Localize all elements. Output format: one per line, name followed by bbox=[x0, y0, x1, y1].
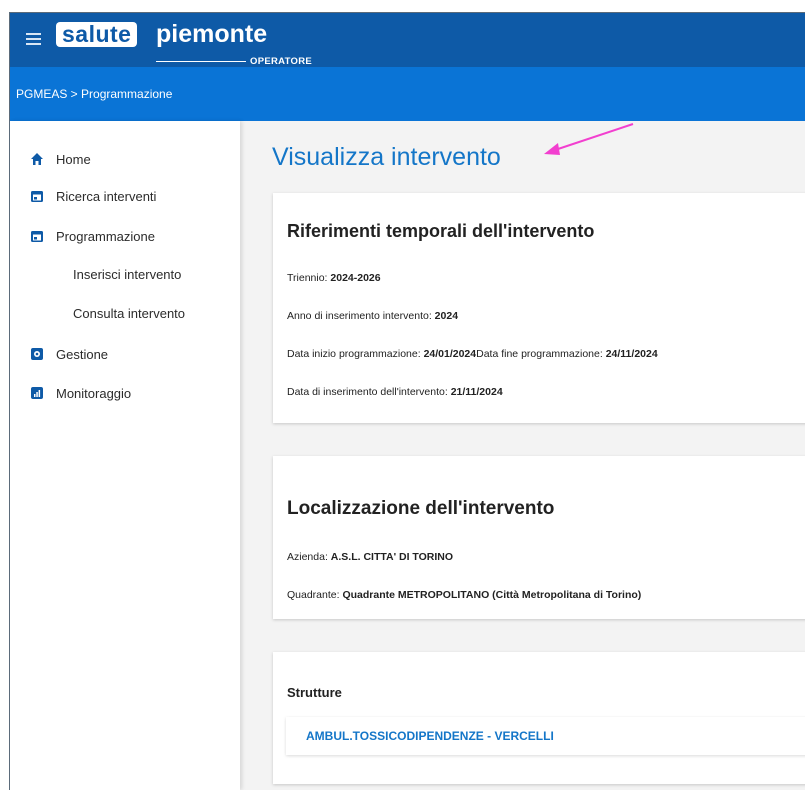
logo-box-text: salute bbox=[56, 22, 138, 47]
field-value: 2024-2026 bbox=[330, 272, 381, 284]
gear-icon bbox=[31, 348, 43, 360]
card-title: Localizzazione dell'intervento bbox=[287, 498, 555, 519]
sidebar: Home Ricerca interventi Programmazione I… bbox=[10, 121, 240, 790]
field-value: Quadrante METROPOLITANO (Città Metropoli… bbox=[342, 589, 642, 601]
annotation-arrow-icon bbox=[544, 123, 634, 155]
calendar-icon bbox=[31, 191, 43, 202]
sidebar-item-label: Home bbox=[56, 151, 91, 167]
field-label: Data di inserimento dell'intervento: bbox=[287, 386, 451, 398]
card-title: Riferimenti temporali dell'intervento bbox=[287, 221, 595, 241]
field-label: Anno di inserimento intervento: bbox=[287, 310, 435, 322]
menu-icon[interactable] bbox=[26, 33, 41, 45]
main-content: Visualizza intervento Riferimenti tempor… bbox=[240, 121, 805, 790]
sidebar-item-label: Ricerca interventi bbox=[56, 188, 157, 204]
field-value: 21/11/2024 bbox=[450, 386, 503, 398]
struttura-link[interactable]: AMBUL.TOSSICODIPENDENZE - VERCELLI bbox=[306, 729, 554, 743]
sidebar-item-gestione[interactable]: Gestione bbox=[30, 344, 108, 364]
sidebar-item-home[interactable]: Home bbox=[30, 149, 91, 169]
sidebar-subitem-consulta[interactable]: Consulta intervento bbox=[73, 306, 185, 321]
card-title: Strutture bbox=[287, 685, 342, 700]
sidebar-item-label: Gestione bbox=[56, 346, 109, 362]
field-label: Quadrante: bbox=[287, 589, 343, 601]
field-value: 2024 bbox=[434, 310, 459, 322]
field-label: Triennio: bbox=[287, 272, 331, 284]
card-strutture: Strutture AMBUL.TOSSICODIPENDENZE - VERC… bbox=[273, 652, 805, 784]
page-title: Visualizza intervento bbox=[272, 143, 501, 171]
app-window: salute piemonte OPERATORE PGMEAS > Progr… bbox=[9, 12, 805, 790]
logo-subtitle: OPERATORE bbox=[250, 56, 312, 67]
bar-chart-icon bbox=[31, 387, 43, 399]
field-value: A.S.L. CITTA' DI TORINO bbox=[330, 551, 454, 563]
sidebar-item-ricerca[interactable]: Ricerca interventi bbox=[30, 186, 156, 206]
logo-divider bbox=[156, 61, 246, 62]
struttura-row[interactable]: AMBUL.TOSSICODIPENDENZE - VERCELLI bbox=[286, 717, 805, 755]
sidebar-item-label: Programmazione bbox=[56, 228, 155, 244]
field-label: Data inizio programmazione: bbox=[287, 348, 424, 360]
date-programmazione-field: Data inizio programmazione: 24/01/2024Da… bbox=[287, 348, 658, 360]
field-label: Data fine programmazione: bbox=[476, 348, 606, 360]
field-label: Azienda: bbox=[287, 551, 331, 563]
sidebar-item-programmazione[interactable]: Programmazione bbox=[30, 226, 155, 246]
triennio-field: Triennio: 2024-2026 bbox=[287, 272, 381, 284]
azienda-field: Azienda: A.S.L. CITTA' DI TORINO bbox=[287, 551, 453, 563]
field-value: 24/11/2024 bbox=[605, 348, 658, 360]
card-localizzazione: Localizzazione dell'intervento Azienda: … bbox=[273, 456, 805, 619]
data-inserimento-field: Data di inserimento dell'intervento: 21/… bbox=[287, 386, 503, 398]
sidebar-item-monitoraggio[interactable]: Monitoraggio bbox=[30, 383, 131, 403]
top-header: salute piemonte OPERATORE bbox=[10, 13, 805, 67]
home-icon bbox=[31, 153, 43, 165]
field-value: 24/01/2024 bbox=[423, 348, 477, 360]
breadcrumb-bar: PGMEAS > Programmazione bbox=[10, 67, 805, 121]
sidebar-subitem-inserisci[interactable]: Inserisci intervento bbox=[73, 267, 181, 282]
anno-field: Anno di inserimento intervento: 2024 bbox=[287, 310, 458, 322]
logo-word: piemonte bbox=[156, 20, 268, 48]
quadrante-field: Quadrante: Quadrante METROPOLITANO (Citt… bbox=[287, 589, 641, 601]
calendar-icon bbox=[31, 231, 43, 242]
sidebar-item-label: Monitoraggio bbox=[56, 385, 132, 401]
breadcrumb[interactable]: PGMEAS > Programmazione bbox=[16, 87, 172, 101]
card-riferimenti-temporali: Riferimenti temporali dell'intervento Tr… bbox=[273, 193, 805, 423]
